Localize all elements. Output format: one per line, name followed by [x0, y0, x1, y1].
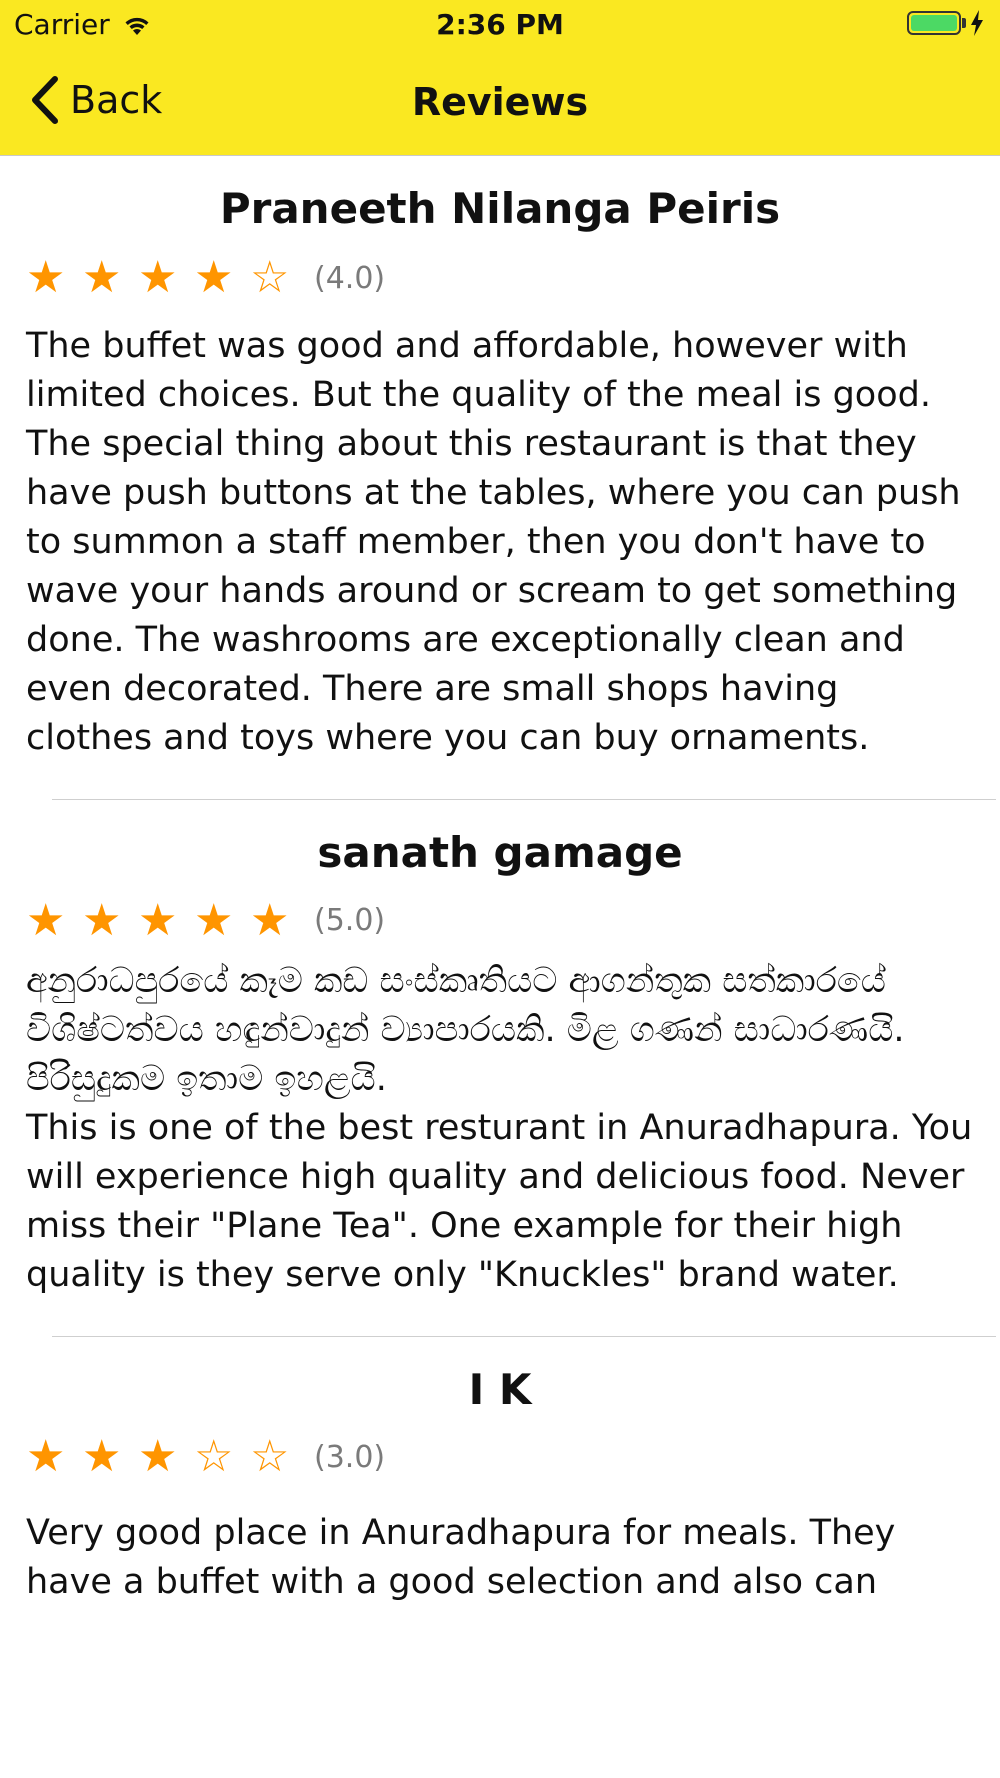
- review-item: I K ★ ★ ★ ☆ ☆ (3.0) Very good place in Anura…: [0, 1337, 1000, 1607]
- star-rating: ★ ★ ★ ★ ★ (5.0): [26, 891, 974, 951]
- rating-stars: ★ ★ ★ ★ ★: [26, 894, 306, 946]
- review-author: Praneeth Nilanga Peiris: [219, 184, 781, 233]
- page-title: Reviews: [411, 80, 589, 124]
- star-filled-icon: ★: [82, 1431, 122, 1483]
- status-bar: Carrier 2:36 PM: [0, 0, 1000, 50]
- star-filled-icon: ★: [26, 894, 66, 946]
- star-filled-icon: ★: [194, 252, 234, 304]
- star-rating: ★ ★ ★ ☆ ☆ (3.0): [26, 1427, 974, 1487]
- rating-value: (4.0): [314, 260, 386, 296]
- navigation-bar: Back Reviews: [0, 60, 1000, 144]
- review-author: sanath gamage: [317, 828, 683, 878]
- review-text: The buffet was good and affordable, howe…: [26, 326, 961, 759]
- star-filled-icon: ★: [194, 894, 234, 946]
- star-filled-icon: ★: [26, 1431, 66, 1483]
- star-filled-icon: ★: [138, 894, 178, 946]
- battery-icon: [907, 11, 961, 35]
- rating-stars: ★ ★ ★ ☆ ☆: [26, 1435, 306, 1479]
- star-filled-icon: ★: [82, 252, 122, 304]
- charging-bolt-icon: [971, 10, 983, 36]
- battery-indicator: [907, 10, 984, 36]
- star-empty-icon: ☆: [250, 252, 290, 304]
- battery-fill: [911, 15, 957, 31]
- star-filled-icon: ★: [138, 1431, 178, 1483]
- review-author: I K: [468, 1364, 532, 1414]
- star-filled-icon: ★: [82, 894, 122, 946]
- star-filled-icon: ★: [26, 252, 66, 304]
- star-empty-icon: ☆: [194, 1431, 234, 1483]
- reviews-list[interactable]: Praneeth Nilanga Peiris ★ ★ ★ ★ ☆ (4.0) The …: [0, 156, 1000, 1778]
- review-item: Praneeth Nilanga Peiris ★ ★ ★ ★ ☆ (4.0) The …: [0, 156, 1000, 799]
- review-item: sanath gamage ★ ★ ★ ★ ★ (5.0) අනුරාධපුරයේ කෑ…: [0, 800, 1000, 1335]
- star-filled-icon: ★: [138, 252, 178, 304]
- battery-cap: [962, 18, 966, 28]
- rating-value: (5.0): [314, 903, 386, 939]
- top-bar: Carrier 2:36 PM Back Reviews: [0, 0, 1000, 156]
- star-empty-icon: ☆: [250, 1431, 290, 1483]
- rating-stars: ★ ★ ★ ★ ☆: [26, 256, 306, 300]
- rating-value: (3.0): [314, 1439, 386, 1475]
- star-rating: ★ ★ ★ ★ ☆ (4.0): [26, 248, 974, 308]
- review-text: Very good place in Anuradhapura for meal…: [26, 1513, 896, 1603]
- star-filled-icon: ★: [250, 894, 290, 946]
- status-time: 2:36 PM: [436, 8, 564, 41]
- review-text: අනුරාධපුරයේ කෑම කඩ සංස්කෘතියට ආගන්තුක සත…: [26, 960, 973, 1295]
